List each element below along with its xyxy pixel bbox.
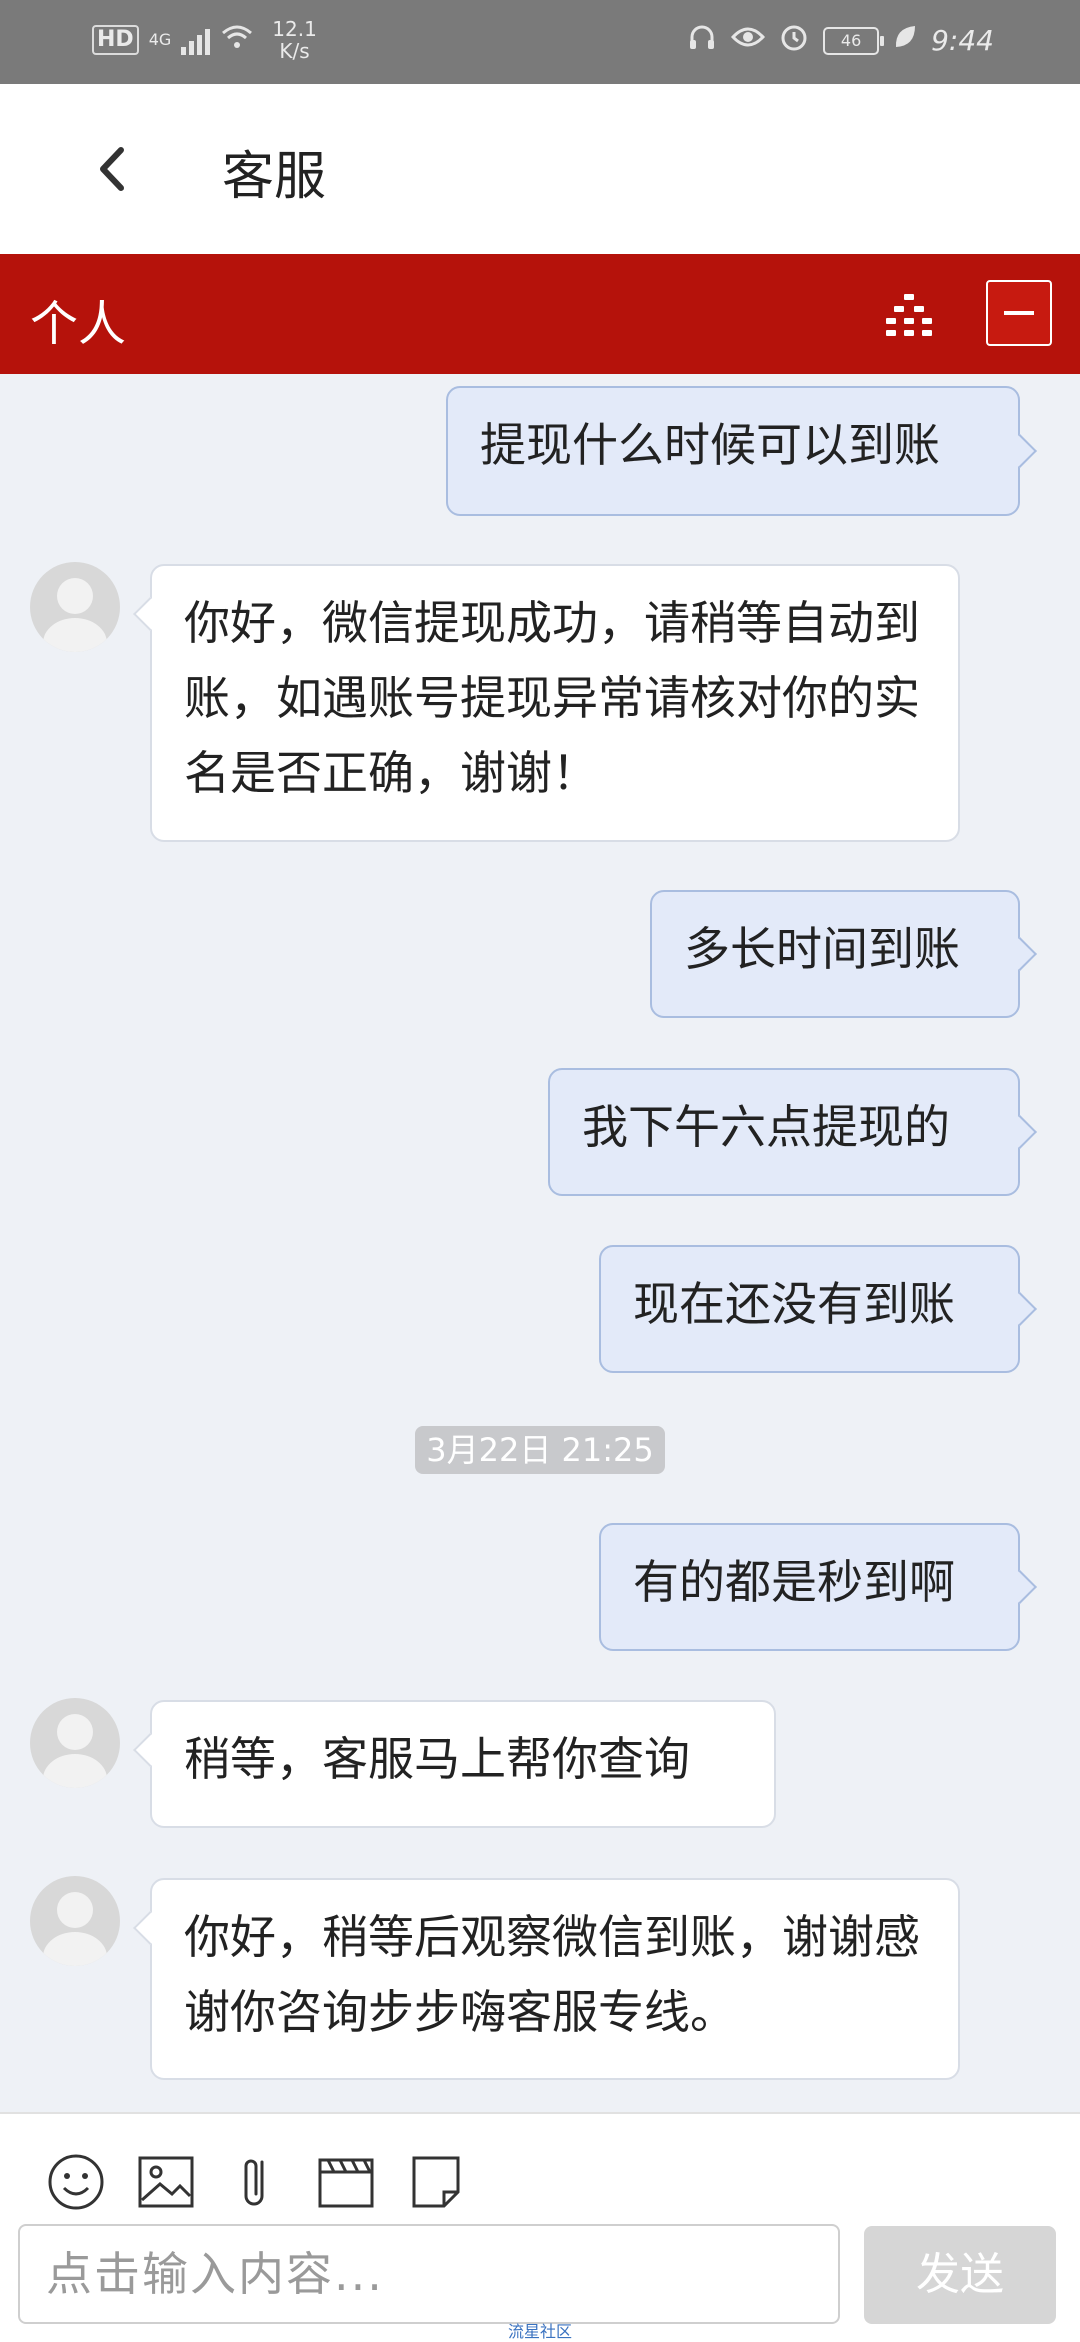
message-text: 你好，微信提现成功，请稍等自动到账，如遇账号提现异常请核对你的实名是否正确，谢谢… <box>184 596 920 800</box>
send-button[interactable]: 发送 <box>864 2226 1056 2324</box>
agent-avatar <box>30 562 120 652</box>
message-text: 我下午六点提现的 <box>582 1100 950 1154</box>
agent-avatar <box>30 1698 120 1788</box>
smiley-icon[interactable] <box>44 2150 108 2214</box>
hd-indicator: HD <box>92 25 139 55</box>
message-text: 多长时间到账 <box>684 922 960 976</box>
attachment-icon[interactable] <box>224 2150 288 2214</box>
speed-value: 12.1 <box>272 17 317 41</box>
message-text: 提现什么时候可以到账 <box>480 418 940 472</box>
battery-icon: 46 <box>823 26 885 55</box>
message-text: 有的都是秒到啊 <box>633 1555 955 1609</box>
status-bar: HD 4G 12.1 K/s 46 9:44 <box>0 0 1080 84</box>
message-bubble-outgoing: 现在还没有到账 <box>599 1245 1020 1373</box>
message-bubble-incoming: 你好，稍等后观察微信到账，谢谢感谢你咨询步步嗨客服专线。 <box>150 1878 960 2080</box>
composer: 发送 <box>0 2112 1080 2342</box>
network-type: 4G <box>148 30 172 49</box>
minus-icon <box>1004 311 1034 315</box>
message-bubble-outgoing: 我下午六点提现的 <box>548 1068 1020 1196</box>
message-bubble-outgoing: 有的都是秒到啊 <box>599 1523 1020 1651</box>
video-icon[interactable] <box>314 2150 378 2214</box>
headphones-icon <box>687 22 717 59</box>
message-timestamp: 3月22日 21:25 <box>415 1426 665 1474</box>
eye-icon <box>731 24 766 57</box>
clock: 9:44 <box>931 24 994 57</box>
watermark: 流星社区 <box>508 2322 573 2341</box>
signal-icon <box>181 25 211 55</box>
wifi-icon <box>220 23 254 57</box>
message-bubble-incoming: 你好，微信提现成功，请稍等自动到账，如遇账号提现异常请核对你的实名是否正确，谢谢… <box>150 564 960 842</box>
title-bar: 客服 <box>0 84 1080 254</box>
network-speed: 12.1 K/s <box>272 18 317 62</box>
message-bubble-outgoing: 多长时间到账 <box>650 890 1020 1018</box>
panel-title: 个人 <box>30 296 127 352</box>
message-input[interactable] <box>18 2224 840 2324</box>
file-icon[interactable] <box>404 2150 468 2214</box>
leaf-icon <box>893 24 917 57</box>
message-text: 稍等，客服马上帮你查询 <box>184 1732 690 1786</box>
menu-icon[interactable] <box>882 292 936 338</box>
message-bubble-outgoing: 提现什么时候可以到账 <box>446 386 1020 516</box>
alarm-icon <box>779 22 809 59</box>
message-text: 现在还没有到账 <box>633 1277 955 1331</box>
page-title: 客服 <box>222 147 327 207</box>
image-icon[interactable] <box>134 2150 198 2214</box>
message-text: 你好，稍等后观察微信到账，谢谢感谢你咨询步步嗨客服专线。 <box>184 1910 920 2039</box>
chat-panel-header: 个人 <box>0 254 1080 374</box>
agent-avatar <box>30 1876 120 1966</box>
message-bubble-incoming: 稍等，客服马上帮你查询 <box>150 1700 776 1828</box>
chevron-left-icon <box>100 147 124 191</box>
back-button[interactable] <box>78 124 148 214</box>
speed-unit: K/s <box>279 39 310 63</box>
minimize-button[interactable] <box>986 280 1052 346</box>
